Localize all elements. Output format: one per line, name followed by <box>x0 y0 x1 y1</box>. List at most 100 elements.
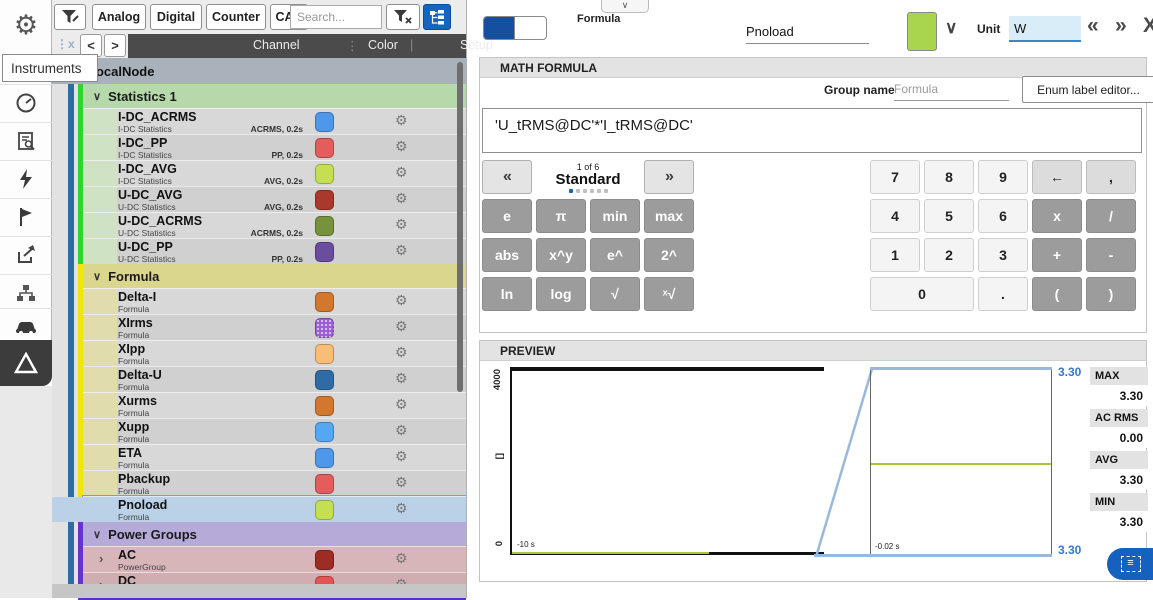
numpad-key[interactable]: , <box>1086 160 1136 194</box>
channel-row[interactable]: I-DC_PP I-DC Statistics PP, 0.2s ⚙ <box>83 134 466 160</box>
channel-color-swatch[interactable] <box>315 396 334 416</box>
settings-gear-icon[interactable]: ⚙ <box>0 0 52 50</box>
channel-setup-gear-icon[interactable]: ⚙ <box>395 164 408 181</box>
analog-button[interactable]: Analog <box>92 4 146 30</box>
clear-filter-button[interactable] <box>386 4 420 30</box>
channel-row[interactable]: U-DC_PP U-DC Statistics PP, 0.2s ⚙ <box>83 238 466 264</box>
vehicle-icon[interactable] <box>0 308 52 344</box>
channel-setup-gear-icon[interactable]: ⚙ <box>395 474 408 491</box>
search-input[interactable] <box>290 5 382 29</box>
report-icon[interactable] <box>0 122 52 158</box>
channel-column-header[interactable]: Channel <box>253 38 300 52</box>
counter-button[interactable]: Counter <box>206 4 266 30</box>
numpad-key[interactable]: 9 <box>978 160 1028 194</box>
numpad-key[interactable]: 5 <box>924 199 974 233</box>
collapse-tab[interactable]: ∨ <box>601 0 649 13</box>
channel-color-swatch[interactable] <box>315 448 334 468</box>
group-header-formula[interactable]: ∨ Formula <box>83 264 466 288</box>
filter-edit-button[interactable] <box>54 4 86 30</box>
channel-setup-gear-icon[interactable]: ⚙ <box>395 112 408 129</box>
channel-setup-gear-icon[interactable]: ⚙ <box>395 550 408 567</box>
energy-bolt-icon[interactable] <box>0 160 52 196</box>
channel-color-swatch[interactable] <box>315 292 334 312</box>
channel-color-swatch[interactable] <box>315 242 334 262</box>
chevron-down-icon[interactable]: ∨ <box>93 90 101 103</box>
channel-row[interactable]: XIpp Formula ⚙ <box>83 340 466 366</box>
channel-row[interactable]: U-DC_AVG U-DC Statistics AVG, 0.2s ⚙ <box>83 186 466 212</box>
function-key[interactable]: ln <box>482 277 532 311</box>
channel-row[interactable]: Delta-I Formula ⚙ <box>83 288 466 314</box>
function-key[interactable]: e <box>482 199 532 233</box>
channel-setup-gear-icon[interactable]: ⚙ <box>395 422 408 439</box>
numpad-key[interactable]: - <box>1086 238 1136 272</box>
function-key[interactable]: min <box>590 199 640 233</box>
numpad-key[interactable]: ← <box>1032 160 1082 194</box>
unit-input[interactable] <box>1009 16 1081 42</box>
function-key[interactable]: √ <box>590 277 640 311</box>
numpad-key[interactable]: x <box>1032 199 1082 233</box>
channel-on-off-toggle[interactable] <box>483 16 547 40</box>
group-header-statistics[interactable]: ∨ Statistics 1 <box>83 84 466 108</box>
setup-column-header[interactable]: Setup <box>460 38 493 52</box>
export-icon[interactable] <box>0 236 52 272</box>
channel-row[interactable]: ETA Formula ⚙ <box>83 444 466 470</box>
channel-row[interactable]: I-DC_ACRMS I-DC Statistics ACRMS, 0.2s ⚙ <box>83 108 466 134</box>
channel-setup-gear-icon[interactable]: ⚙ <box>395 370 408 387</box>
channel-row[interactable]: I-DC_AVG I-DC Statistics AVG, 0.2s ⚙ <box>83 160 466 186</box>
channel-color-swatch[interactable] <box>315 112 334 132</box>
prev-channel-button[interactable]: « <box>1087 14 1097 38</box>
channel-color-swatch[interactable] <box>315 164 334 184</box>
close-button[interactable]: X <box>1143 14 1153 38</box>
fnpad-prev-button[interactable]: « <box>482 160 532 194</box>
channel-color-swatch[interactable] <box>315 216 334 236</box>
numpad-key[interactable]: ) <box>1086 277 1136 311</box>
numpad-key[interactable]: . <box>978 277 1028 311</box>
group-header-power-groups[interactable]: ∨ Power Groups <box>83 522 466 546</box>
fnpad-next-button[interactable]: » <box>644 160 694 194</box>
channel-setup-gear-icon[interactable]: ⚙ <box>395 216 408 233</box>
channel-row[interactable]: Xupp Formula ⚙ <box>83 418 466 444</box>
channel-setup-gear-icon[interactable]: ⚙ <box>395 318 408 335</box>
channel-color-swatch[interactable] <box>315 500 334 520</box>
numpad-key[interactable]: 7 <box>870 160 920 194</box>
function-key[interactable]: x^y <box>536 238 586 272</box>
channel-list-toggle-button[interactable]: ≡ <box>1107 548 1153 580</box>
chevron-down-icon[interactable]: ∨ <box>945 18 957 38</box>
function-key[interactable]: e^ <box>590 238 640 272</box>
numpad-key[interactable]: / <box>1086 199 1136 233</box>
channel-color-swatch[interactable] <box>315 550 334 570</box>
function-key[interactable]: log <box>536 277 586 311</box>
channel-color-swatch[interactable] <box>315 474 334 494</box>
function-key[interactable]: π <box>536 199 586 233</box>
channel-row[interactable]: Delta-U Formula ⚙ <box>83 366 466 392</box>
chevron-down-icon[interactable]: ∨ <box>93 528 101 541</box>
channel-color-picker[interactable] <box>907 12 937 51</box>
channel-row[interactable]: Xurms Formula ⚙ <box>83 392 466 418</box>
gauge-icon[interactable] <box>0 84 52 120</box>
enum-label-editor-button[interactable]: Enum label editor... <box>1022 76 1153 103</box>
group-name-input[interactable] <box>894 78 1009 101</box>
digital-button[interactable]: Digital <box>150 4 202 30</box>
channel-row[interactable]: Pbackup Formula ⚙ <box>83 470 466 496</box>
numpad-key[interactable]: ( <box>1032 277 1082 311</box>
channel-setup-gear-icon[interactable]: ⚙ <box>395 190 408 207</box>
function-key[interactable]: 2^ <box>644 238 694 272</box>
channel-color-swatch[interactable] <box>315 344 334 364</box>
numpad-key[interactable]: 0 <box>870 277 974 311</box>
numpad-key[interactable]: 1 <box>870 238 920 272</box>
numpad-key[interactable]: 3 <box>978 238 1028 272</box>
numpad-key[interactable]: + <box>1032 238 1082 272</box>
function-key[interactable]: ˣ√ <box>644 277 694 311</box>
channel-color-swatch[interactable] <box>315 138 334 158</box>
channel-setup-gear-icon[interactable]: ⚙ <box>395 242 408 259</box>
numpad-key[interactable]: 4 <box>870 199 920 233</box>
expand-chevron-icon[interactable]: › <box>99 551 103 566</box>
powergroup-row[interactable]: › AC PowerGroup ⚙ <box>83 546 466 572</box>
next-channel-button[interactable]: » <box>1115 14 1125 38</box>
channel-color-swatch[interactable] <box>315 422 334 442</box>
nav-right-button[interactable]: > <box>104 34 126 57</box>
channel-row[interactable]: XIrms Formula ⚙ <box>83 314 466 340</box>
channel-setup-gear-icon[interactable]: ⚙ <box>395 396 408 413</box>
channel-row[interactable]: Pnoload Formula ⚙ <box>83 496 466 522</box>
channel-setup-gear-icon[interactable]: ⚙ <box>395 344 408 361</box>
